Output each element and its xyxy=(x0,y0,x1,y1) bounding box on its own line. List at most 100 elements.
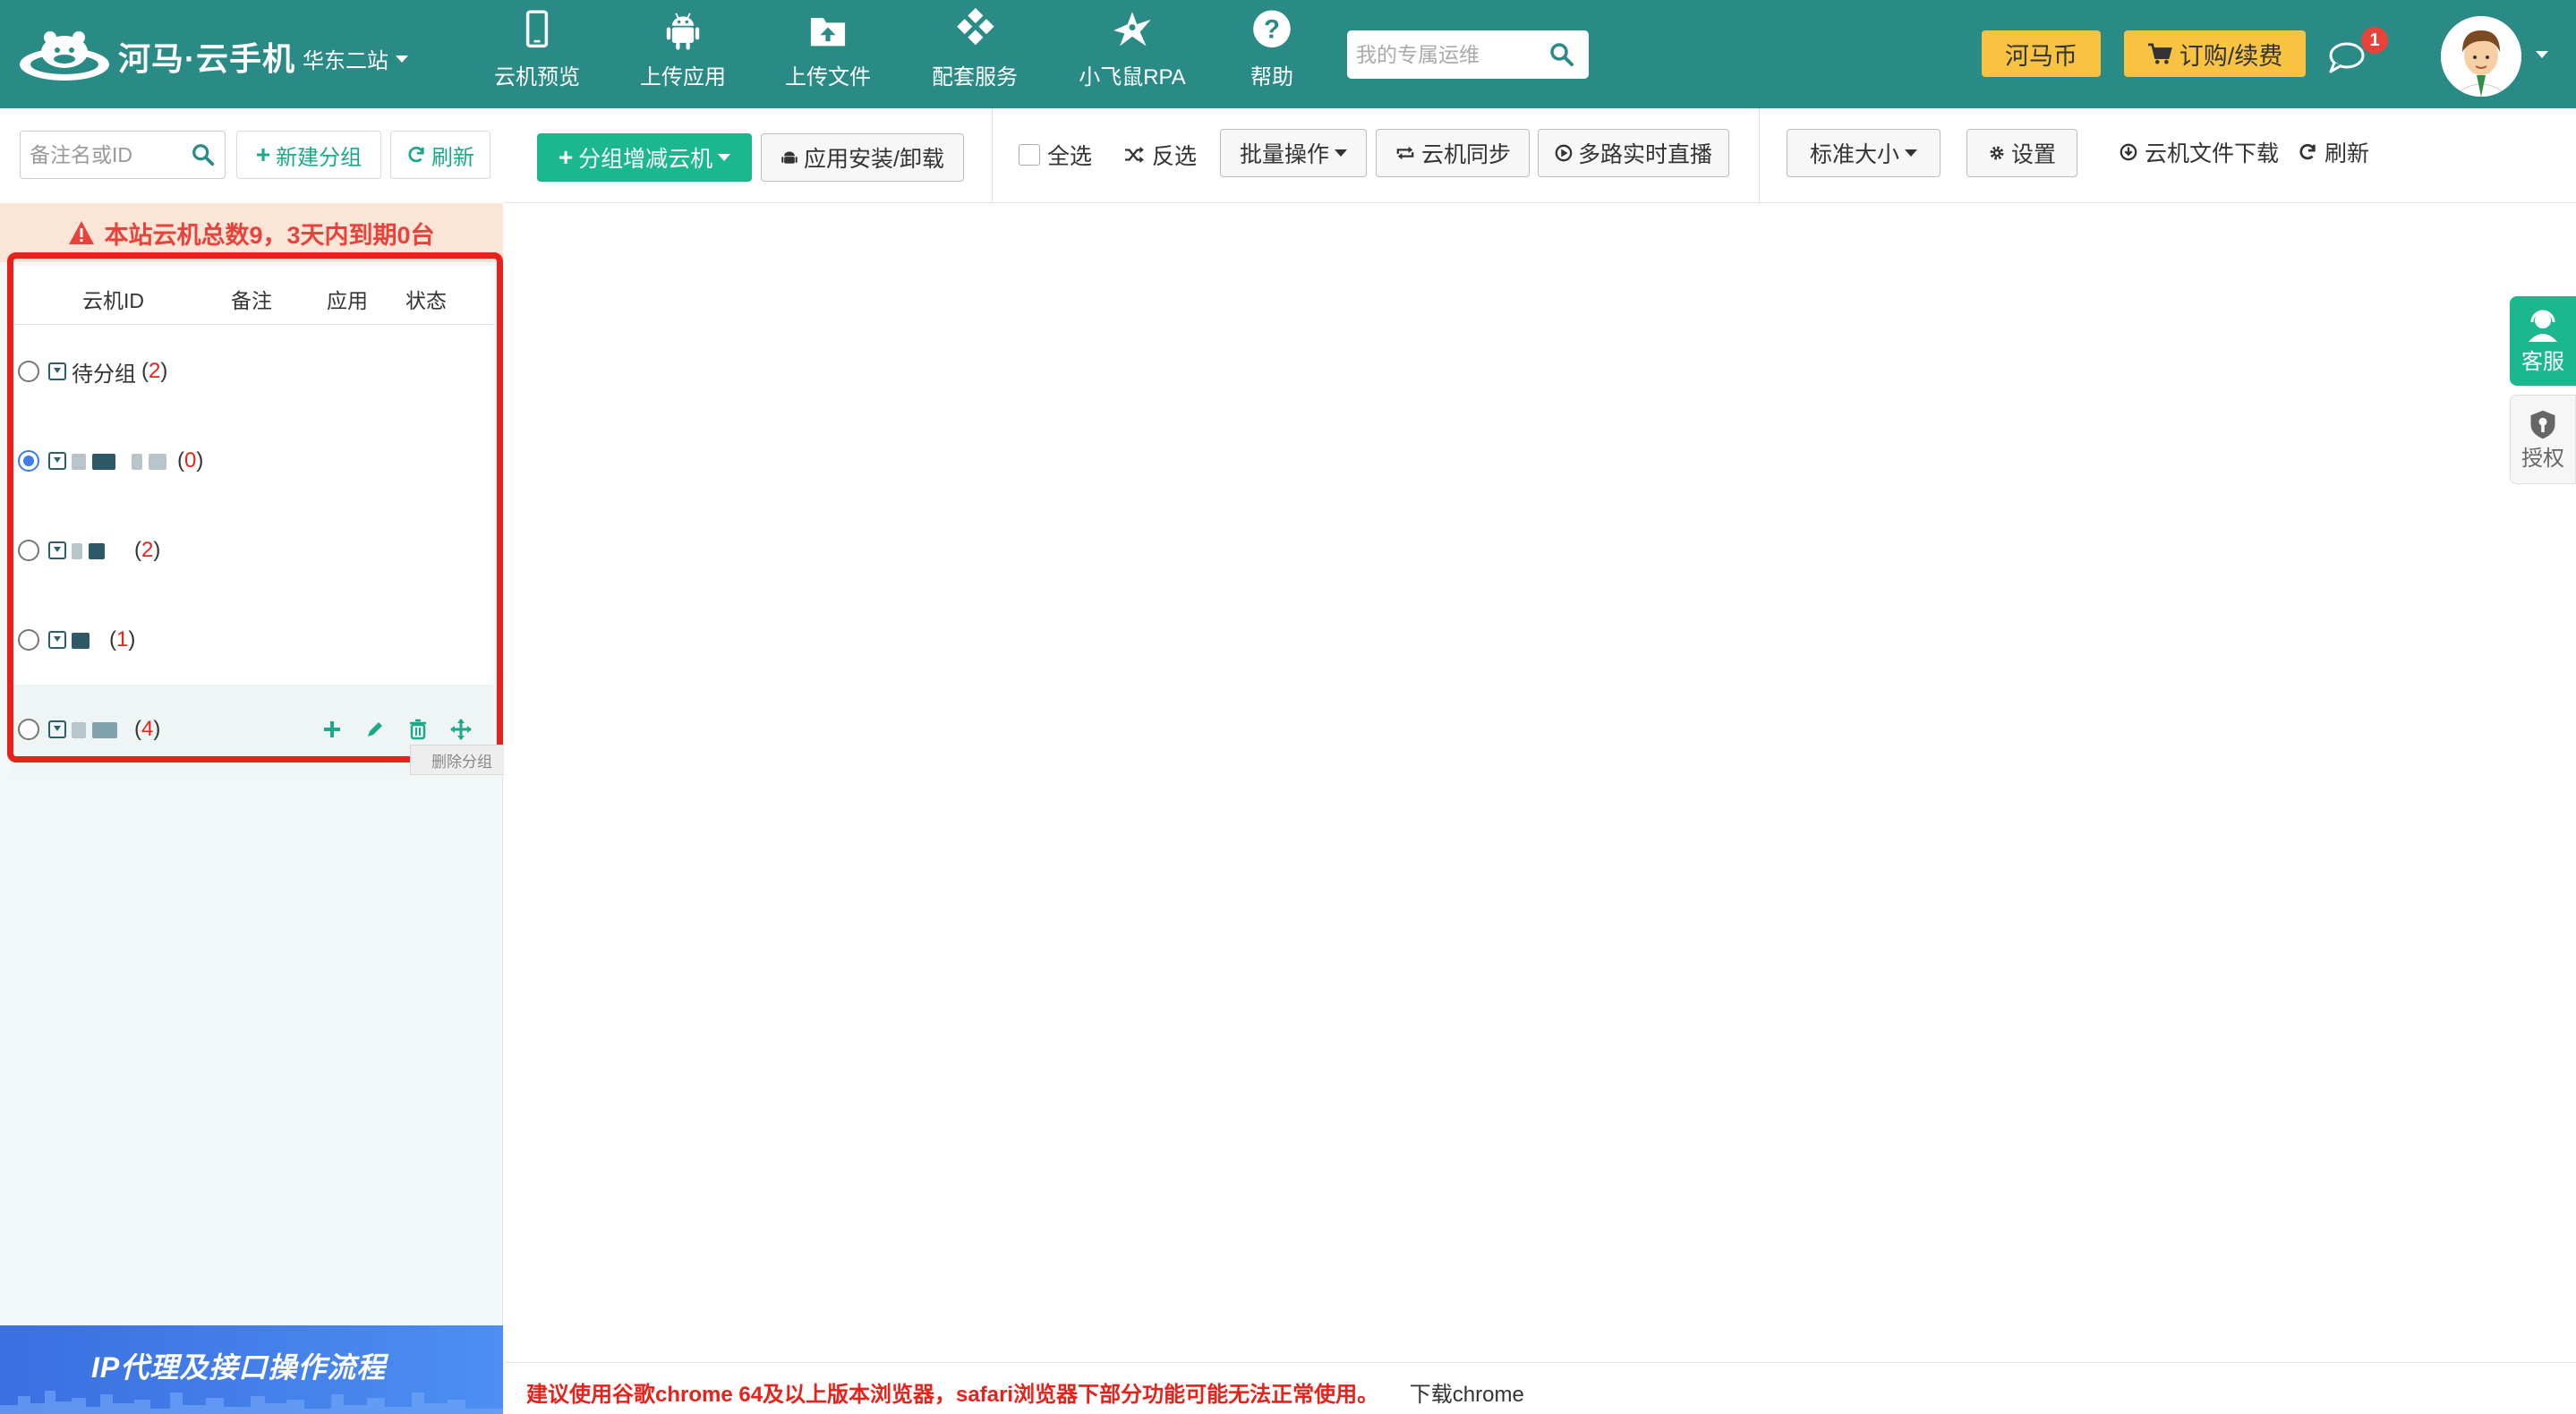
trash-icon[interactable] xyxy=(406,718,430,741)
nav-label: 上传文件 xyxy=(785,65,871,89)
display-size-label: 标准大小 xyxy=(1809,142,1899,167)
main-refresh-button[interactable]: 刷新 xyxy=(2298,128,2369,176)
move-arrows-icon[interactable] xyxy=(449,718,473,741)
play-circle-icon xyxy=(1555,144,1573,162)
ip-proxy-banner[interactable]: IP代理及接口操作流程 xyxy=(0,1325,503,1414)
refresh-icon xyxy=(2299,143,2316,160)
customer-service-label: 客服 xyxy=(2521,349,2564,374)
group-radio[interactable] xyxy=(18,361,39,382)
user-avatar-icon xyxy=(2441,16,2521,97)
download-chrome-link[interactable]: 下载chrome xyxy=(1410,1383,1524,1407)
station-selector[interactable]: 华东二站 xyxy=(303,43,408,74)
chevron-down-icon[interactable] xyxy=(2536,51,2548,58)
headset-user-icon xyxy=(2529,310,2557,342)
group-row[interactable]: (2) xyxy=(11,506,494,595)
customer-service-tab[interactable]: 客服 xyxy=(2510,296,2576,386)
collapse-toggle-icon[interactable] xyxy=(48,362,66,380)
group-row[interactable]: 待分组 (2) xyxy=(11,327,494,416)
invert-selection-label: 反选 xyxy=(1152,144,1198,169)
nav-label: 配套服务 xyxy=(932,65,1018,89)
expiry-alert: 本站云机总数9，3天内到期0台 xyxy=(0,203,503,262)
cloud-file-download-button[interactable]: 云机文件下载 xyxy=(2120,128,2279,176)
nav-label: 云机预览 xyxy=(494,65,580,89)
collapse-toggle-icon[interactable] xyxy=(48,720,66,738)
nav-upload-app[interactable]: 上传应用 xyxy=(616,7,750,101)
group-radio[interactable] xyxy=(18,719,39,740)
collapse-toggle-icon[interactable] xyxy=(48,452,66,470)
search-button[interactable] xyxy=(1540,32,1584,77)
nav-label: 上传应用 xyxy=(640,65,726,89)
cloud-file-download-label: 云机文件下载 xyxy=(2145,141,2280,166)
checkbox-icon xyxy=(1019,144,1040,166)
group-radio[interactable] xyxy=(18,540,39,561)
collapse-toggle-icon[interactable] xyxy=(48,631,66,649)
batch-operations-button[interactable]: 批量操作 xyxy=(1220,129,1367,177)
diamond-grid-icon xyxy=(957,7,994,46)
authorization-label: 授权 xyxy=(2521,446,2564,471)
settings-label: 设置 xyxy=(2010,142,2056,167)
nav-upload-file[interactable]: 上传文件 xyxy=(761,7,895,101)
toolbar-divider xyxy=(1759,108,1760,203)
phone-icon xyxy=(525,10,549,48)
nav-rpa[interactable]: 小飞鼠RPA xyxy=(1065,7,1199,101)
authorization-tab[interactable]: 授权 xyxy=(2510,395,2576,484)
collapse-toggle-icon[interactable] xyxy=(48,541,66,559)
group-search xyxy=(20,131,226,179)
select-all-label: 全选 xyxy=(1047,144,1093,169)
banner-title: IP代理及接口操作流程 xyxy=(91,1351,387,1384)
plus-icon: + xyxy=(255,141,271,168)
sidebar-refresh-button[interactable]: 刷新 xyxy=(390,131,490,179)
group-add-remove-button[interactable]: + 分组增减云机 xyxy=(537,133,752,182)
app-install-button[interactable]: 应用安装/卸载 xyxy=(761,133,964,182)
order-label: 订购/续费 xyxy=(2179,42,2283,70)
avatar[interactable] xyxy=(2441,16,2521,97)
nav-services[interactable]: 配套服务 xyxy=(908,7,1042,101)
redacted-mark xyxy=(149,453,167,470)
edit-pencil-icon[interactable] xyxy=(363,718,387,741)
cloud-sync-button[interactable]: 云机同步 xyxy=(1376,129,1530,177)
group-row[interactable]: (0) xyxy=(11,416,494,506)
brand-logo[interactable]: 河马·云手机 xyxy=(16,25,294,88)
chevron-down-icon xyxy=(718,154,731,161)
city-skyline-icon xyxy=(0,1391,503,1414)
android-icon xyxy=(666,13,700,50)
redacted-mark xyxy=(72,721,86,738)
new-group-button[interactable]: + 新建分组 xyxy=(236,131,381,179)
group-name-redacted xyxy=(72,717,117,742)
order-button[interactable]: 订购/续费 xyxy=(2124,30,2306,77)
group-radio[interactable] xyxy=(18,450,39,472)
chevron-down-icon xyxy=(396,55,408,63)
support-search xyxy=(1347,30,1589,79)
chevron-down-icon xyxy=(1335,149,1347,157)
display-size-select[interactable]: 标准大小 xyxy=(1787,129,1941,177)
group-radio[interactable] xyxy=(18,629,39,651)
svg-text:?: ? xyxy=(1264,15,1280,45)
group-search-input[interactable] xyxy=(30,142,191,167)
live-stream-button[interactable]: 多路实时直播 xyxy=(1538,129,1729,177)
main-area: + 分组增减云机 应用安装/卸载 全选 反选 批量操作 云机同步 多路实时直播 … xyxy=(504,108,2576,1414)
group-name-redacted xyxy=(72,627,90,652)
settings-button[interactable]: 设置 xyxy=(1966,129,2077,177)
nav-help[interactable]: ? 帮助 xyxy=(1205,7,1339,101)
select-all-checkbox[interactable]: 全选 xyxy=(1019,131,1092,179)
delete-group-tooltip: 删除分组 xyxy=(410,745,514,775)
sidebar-refresh-label: 刷新 xyxy=(431,145,474,170)
search-icon[interactable] xyxy=(191,142,216,167)
chevron-down-icon xyxy=(1905,149,1917,157)
new-group-label: 新建分组 xyxy=(276,145,363,170)
invert-selection-button[interactable]: 反选 xyxy=(1123,131,1197,179)
col-cloud-id: 云机ID xyxy=(82,289,144,312)
group-count: (0) xyxy=(177,448,204,473)
nav-label: 帮助 xyxy=(1250,65,1293,89)
nav-cloud-preview[interactable]: 云机预览 xyxy=(470,7,604,101)
coins-button[interactable]: 河马币 xyxy=(1982,30,2101,77)
col-status: 状态 xyxy=(405,289,447,312)
group-add-remove-label: 分组增减云机 xyxy=(578,147,713,172)
cart-icon xyxy=(2147,43,2172,64)
support-search-input[interactable] xyxy=(1356,42,1540,67)
col-apps: 应用 xyxy=(327,289,368,312)
group-row[interactable]: (1) xyxy=(11,595,494,685)
group-name-redacted xyxy=(72,538,105,563)
add-to-group-icon[interactable] xyxy=(320,718,344,741)
col-remark: 备注 xyxy=(231,289,272,312)
